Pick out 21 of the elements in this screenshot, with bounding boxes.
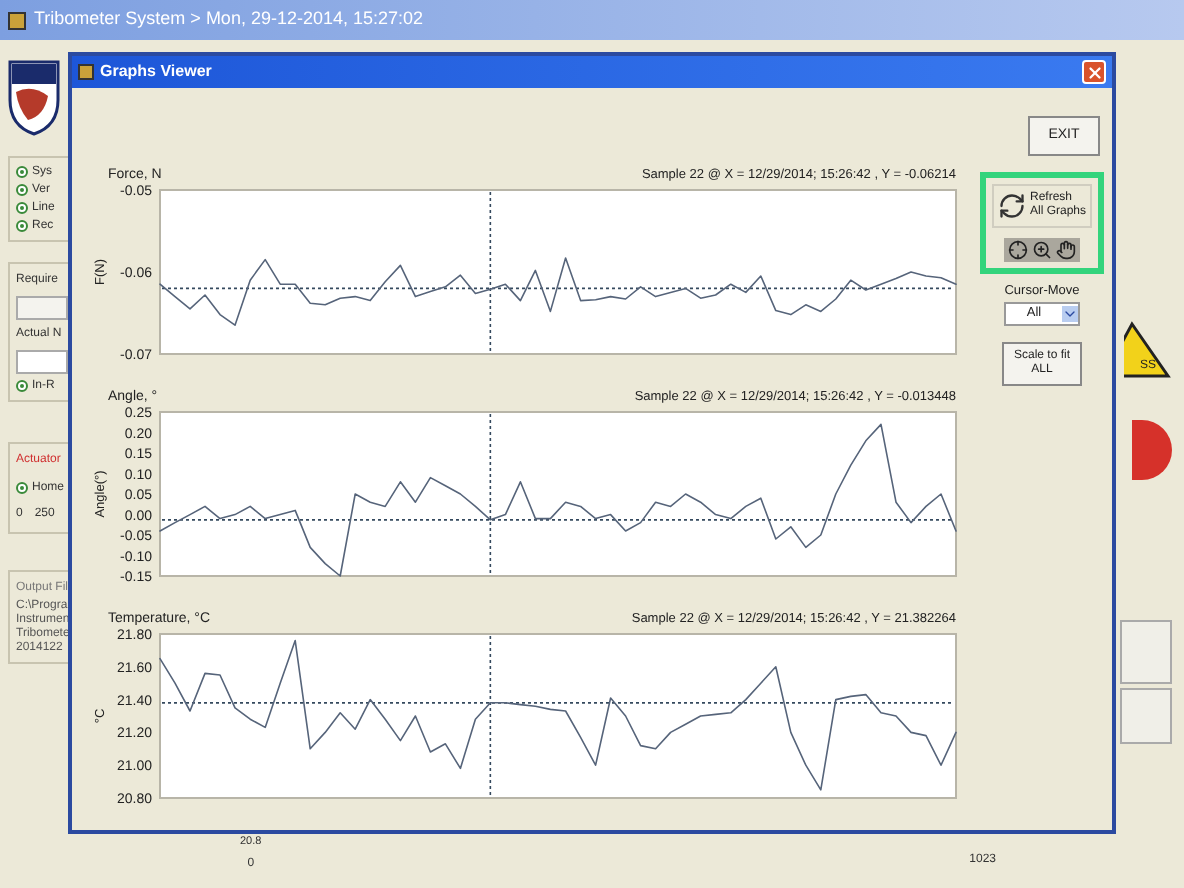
cursor-line[interactable] xyxy=(489,413,492,575)
app-icon xyxy=(78,64,94,80)
warning-triangle-icon xyxy=(1124,321,1171,378)
input-field[interactable] xyxy=(16,296,68,320)
crosshair-icon[interactable] xyxy=(1008,240,1028,260)
zoom-icon[interactable] xyxy=(1032,240,1052,260)
radio-icon[interactable] xyxy=(16,380,28,392)
hand-icon[interactable] xyxy=(1056,240,1076,260)
chevron-icon xyxy=(1062,305,1078,322)
refresh-icon xyxy=(997,192,1026,220)
close-button[interactable] xyxy=(1082,60,1106,84)
dialog-title: Graphs Viewer xyxy=(100,60,214,84)
close-icon xyxy=(1085,63,1103,81)
stop-button[interactable] xyxy=(1132,420,1172,480)
cursor-line[interactable] xyxy=(489,635,492,797)
cursor-line[interactable] xyxy=(489,191,492,353)
input-field[interactable] xyxy=(16,350,68,374)
crest-drawing xyxy=(8,60,60,136)
app-icon xyxy=(8,11,26,29)
radio-icon[interactable] xyxy=(16,482,28,494)
window-title: Tribometer System > Mon, 29-12-2014, 15:27:02 xyxy=(34,6,424,33)
